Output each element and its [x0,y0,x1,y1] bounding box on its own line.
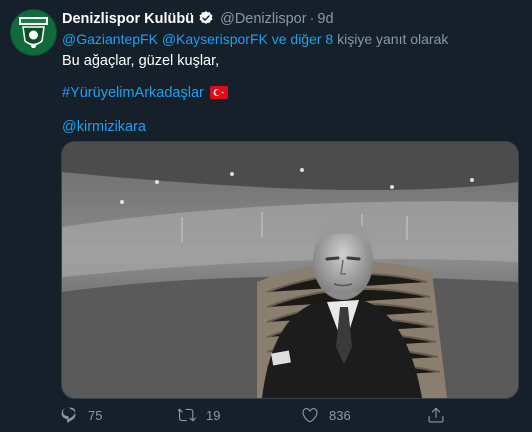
tweet-actions: 75 19 836 [60,405,460,425]
tweet-timestamp[interactable]: 9d [317,11,333,27]
club-logo [11,10,56,55]
tweet-header: Denizlispor Kulübü @Denizlispor · 9d [62,10,334,28]
separator-dot: · [309,11,315,27]
hashtag-link[interactable]: #YürüyelimArkadaşlar [62,85,204,101]
verified-badge-icon [198,10,214,31]
retweet-icon[interactable] [178,406,196,424]
tweet-card[interactable]: Denizlispor Kulübü @Denizlispor · 9d @Gazia… [0,0,532,432]
portrait-photo [62,142,518,398]
reply-count: 75 [88,407,103,423]
like-icon[interactable] [301,406,319,424]
mention-line: @kirmizikara [62,118,146,136]
others-link[interactable]: ve diğer 8 [272,31,333,47]
replying-to: @GaziantepFK @KayserisporFK ve diğer 8 k… [62,30,448,48]
share-action[interactable] [427,405,445,425]
mention-kirmizikara[interactable]: @kirmizikara [62,119,146,135]
avatar[interactable] [10,9,57,56]
retweet-action[interactable]: 19 [178,405,220,425]
like-action[interactable]: 836 [301,405,351,425]
turkish-flag-icon [209,86,228,104]
mention-gaziantepfk[interactable]: @GaziantepFK [62,31,158,47]
tweet-photo[interactable] [61,141,519,399]
mention-kayserisporfk[interactable]: @KayserisporFK [162,31,268,47]
replying-to-suffix: kişiye yanıt olarak [337,31,449,47]
like-count: 836 [329,407,351,423]
author-handle[interactable]: @Denizlispor [220,11,306,27]
share-icon[interactable] [427,406,445,424]
reply-icon[interactable] [60,406,78,424]
hashtag-line: #YürüyelimArkadaşlar [62,84,228,104]
author-name[interactable]: Denizlispor Kulübü [62,11,194,27]
reply-action[interactable]: 75 [60,405,102,425]
tweet-text: Bu ağaçlar, güzel kuşlar, [62,53,220,69]
retweet-count: 19 [206,407,221,423]
